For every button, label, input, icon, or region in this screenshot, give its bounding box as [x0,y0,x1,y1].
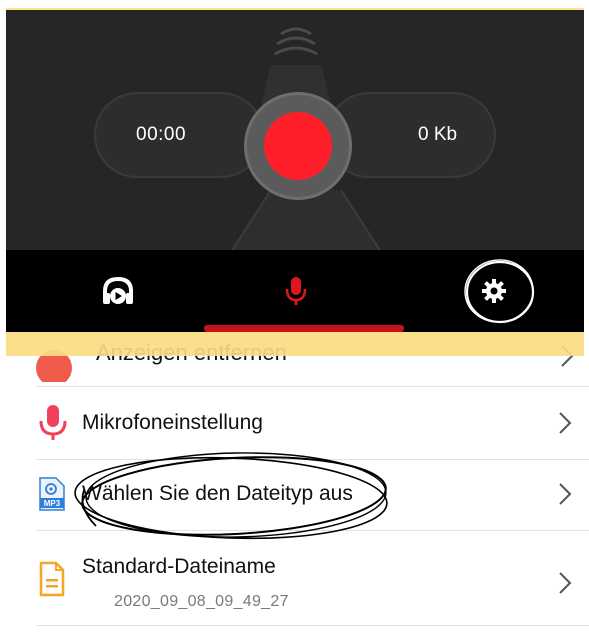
chevron-right-icon [559,483,572,505]
document-icon [39,561,65,597]
svg-text:MP3: MP3 [44,499,61,508]
tab-bar [6,250,584,332]
settings-item-label: Wählen Sie den Dateityp aus [82,482,353,505]
default-filename-value: 2020_09_08_09_49_27 [114,593,289,610]
highlight-strip-overlay [6,332,584,356]
headphones-play-icon [103,276,133,304]
tab-record[interactable] [236,250,356,332]
settings-item-label: Standard-Dateiname [82,555,276,578]
tab-playback[interactable] [58,250,178,332]
settings-item-default-filename[interactable]: Standard-Dateiname 2020_09_08_09_49_27 [0,531,589,625]
recorder-panel: 00:00 0 Kb [6,8,584,250]
chevron-right-icon [559,412,572,434]
settings-item-label: Mikrofoneinstellung [82,411,263,434]
settings-item-microphone[interactable]: Mikrofoneinstellung [0,387,589,459]
mp3-file-icon: MP3 [39,477,65,511]
active-tab-indicator [204,325,404,332]
recording-file-size: 0 Kb [418,124,458,145]
record-button[interactable] [264,112,332,180]
hand-drawn-circle-annotation [464,259,535,324]
chevron-right-icon [559,572,572,594]
filesize-pill [326,92,496,178]
recording-timer: 00:00 [136,124,187,145]
microphone-icon [39,405,67,440]
settings-item-file-type[interactable]: MP3 Wählen Sie den Dateityp aus [0,460,589,530]
divider [36,625,589,626]
microphone-icon [285,277,307,305]
